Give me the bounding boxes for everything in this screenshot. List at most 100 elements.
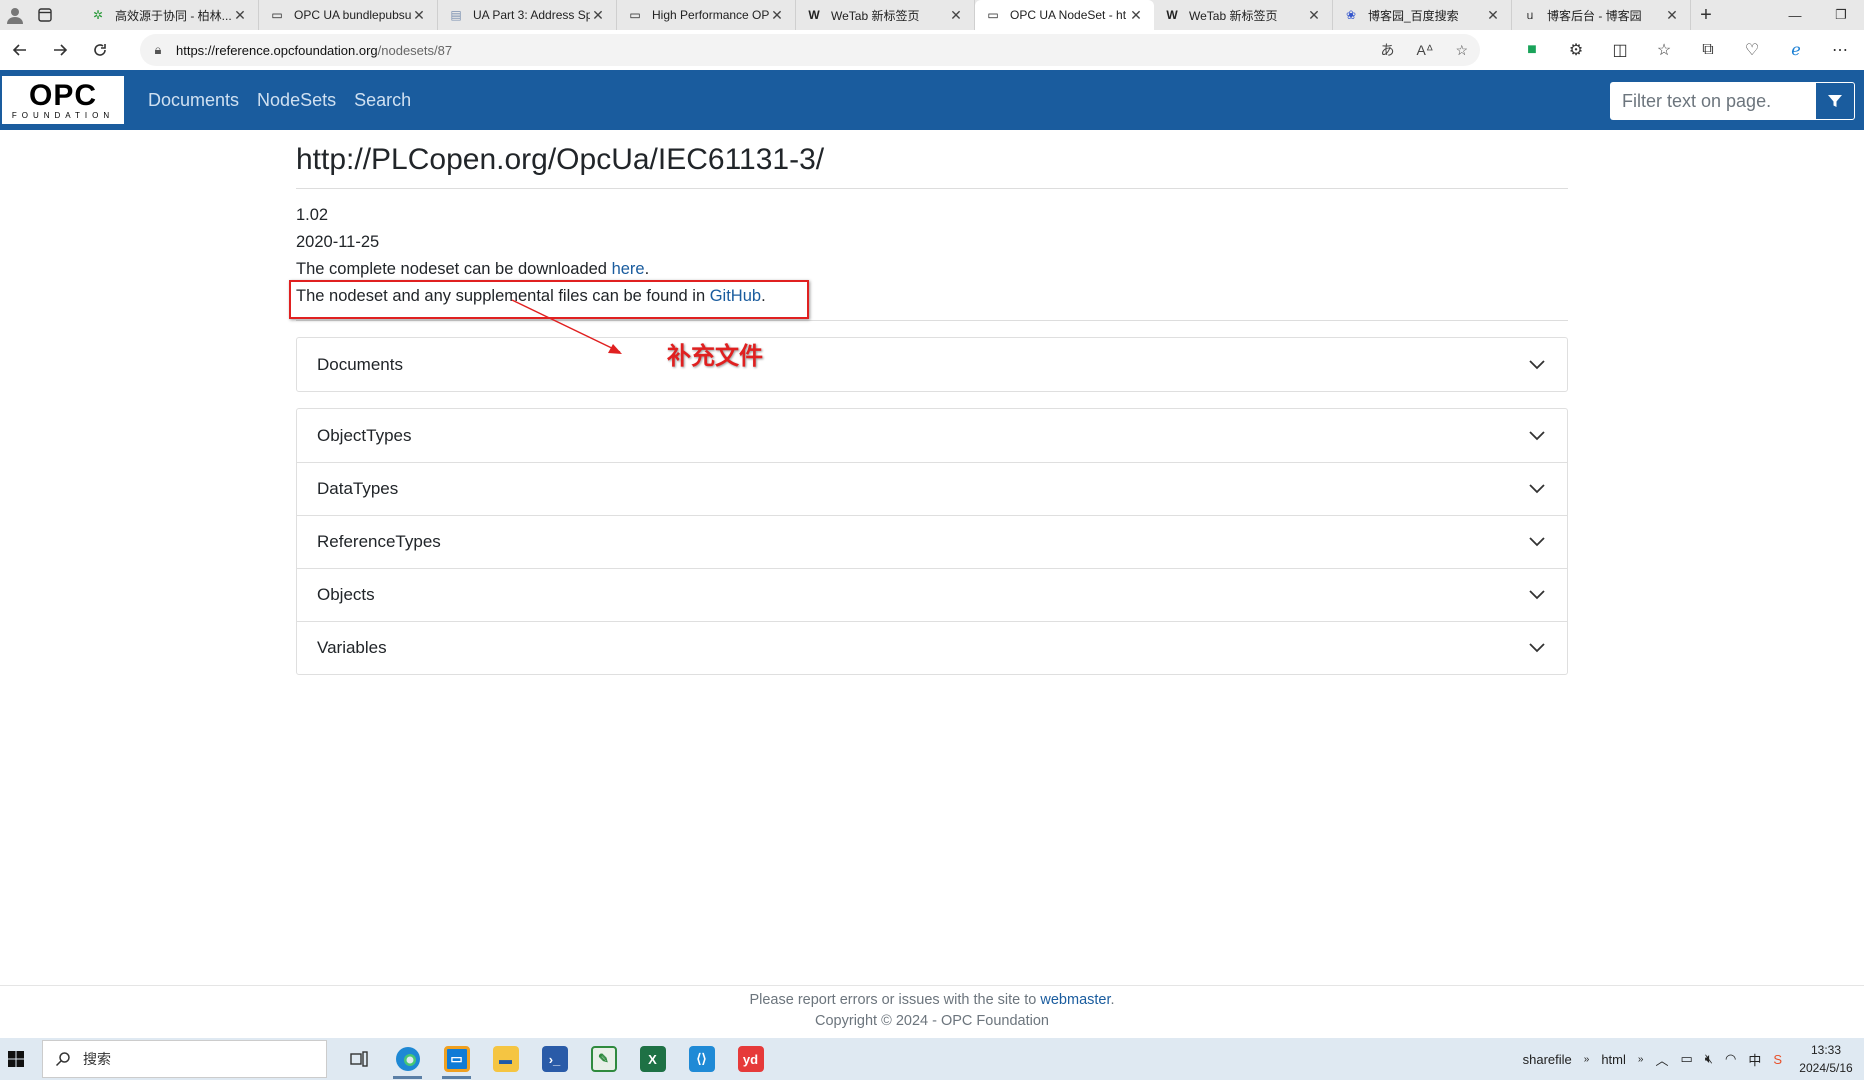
remote-desktop-app-icon[interactable]: ▭ xyxy=(432,1038,481,1080)
edge-sidebar-icon[interactable]: ℯ xyxy=(1774,40,1818,60)
nodeset-version: 1.02 xyxy=(296,206,329,224)
new-tab-button[interactable]: + xyxy=(1691,0,1721,30)
minimize-icon[interactable]: — xyxy=(1772,0,1818,30)
collections-icon[interactable]: ⧉ xyxy=(1686,41,1730,59)
browser-extension-icons: ■ ⚙ ◫ ☆ ⧉ ♡ ℯ ⋯ xyxy=(1510,30,1862,70)
nodeset-date: 2020-11-25 xyxy=(296,233,380,251)
filter-icon xyxy=(1828,95,1842,107)
forward-icon[interactable] xyxy=(40,30,80,70)
window-controls: — ❐ xyxy=(1772,0,1864,30)
powershell-app-icon[interactable]: ›_ xyxy=(530,1038,579,1080)
refresh-icon[interactable] xyxy=(80,30,120,70)
windows-taskbar: 搜索 ▭ ▬ ›_ ✎ X ⟨⟩ yd sharefile » html » ︿… xyxy=(0,1038,1864,1080)
accordion-objects[interactable]: Objects xyxy=(297,568,1567,621)
read-aloud-icon[interactable]: Aᐞ xyxy=(1416,42,1433,59)
favorite-star-icon[interactable]: ☆ xyxy=(1455,42,1468,59)
accordion-objecttypes[interactable]: ObjectTypes xyxy=(297,409,1567,462)
close-icon[interactable]: ✕ xyxy=(948,7,964,24)
accordion-datatypes[interactable]: DataTypes xyxy=(297,462,1567,515)
nav-documents-link[interactable]: Documents xyxy=(148,90,239,111)
browser-tab[interactable]: ▭ OPC UA bundlepubsu ✕ xyxy=(259,0,438,30)
sogou-icon[interactable]: S xyxy=(1773,1052,1782,1067)
back-icon[interactable] xyxy=(0,30,40,70)
translate-icon[interactable]: あ xyxy=(1380,40,1394,60)
close-icon[interactable]: ✕ xyxy=(1306,7,1322,24)
tab-title: UA Part 3: Address Sp xyxy=(473,8,590,22)
filter-input[interactable]: Filter text on page. xyxy=(1610,82,1815,120)
download-text: The complete nodeset can be downloaded xyxy=(296,260,612,278)
accordion-label: ObjectTypes xyxy=(317,425,412,445)
webmaster-link[interactable]: webmaster xyxy=(1040,992,1110,1008)
accordion-label: Variables xyxy=(317,638,387,657)
chevron-up-icon[interactable]: ︿ xyxy=(1655,1050,1668,1069)
clock-time: 13:33 xyxy=(1810,1043,1842,1057)
favorites-icon[interactable]: ☆ xyxy=(1642,40,1686,60)
close-icon[interactable]: ✕ xyxy=(769,7,785,24)
tray-more-icon[interactable]: » xyxy=(1638,1054,1644,1065)
tab-title: WeTab 新标签页 xyxy=(831,8,920,23)
close-icon[interactable]: ✕ xyxy=(411,7,427,24)
split-screen-icon[interactable]: ◫ xyxy=(1598,40,1642,60)
browser-tab[interactable]: W WeTab 新标签页 ✕ xyxy=(1154,0,1333,30)
excel-app-icon[interactable]: X xyxy=(628,1038,677,1080)
close-icon[interactable]: ✕ xyxy=(590,7,606,24)
close-icon[interactable]: ✕ xyxy=(232,7,248,24)
battery-icon[interactable]: ▭ xyxy=(1680,1051,1692,1067)
lock-icon[interactable]: 🔒︎ xyxy=(140,42,176,58)
gear-green-icon: ✲ xyxy=(92,8,104,22)
browser-tab[interactable]: ❀ 博客园_百度搜索 ✕ xyxy=(1333,0,1512,30)
doc-icon: ▤ xyxy=(450,8,462,22)
edge-app-icon[interactable] xyxy=(383,1038,432,1080)
accordion-referencetypes[interactable]: ReferenceTypes xyxy=(297,515,1567,568)
browser-toolbar: 🔒︎ https://reference.opcfoundation.org/n… xyxy=(0,30,1864,71)
accordion-label: Documents xyxy=(317,354,403,374)
site-nav-links: Documents NodeSets Search xyxy=(148,70,411,130)
accordion-variables[interactable]: Variables xyxy=(297,621,1567,674)
address-bar[interactable]: 🔒︎ https://reference.opcfoundation.org/n… xyxy=(140,34,1480,66)
wifi-icon[interactable]: ◠ xyxy=(1725,1051,1736,1067)
vscode-app-icon[interactable]: ⟨⟩ xyxy=(677,1038,726,1080)
tab-title: 高效源于协同 - 柏林... xyxy=(115,8,232,23)
tab-title: 博客园_百度搜索 xyxy=(1368,8,1459,23)
browser-tab[interactable]: ᥙ 博客后台 - 博客园 ✕ xyxy=(1512,0,1691,30)
close-icon[interactable]: ✕ xyxy=(1128,7,1144,24)
nav-search-link[interactable]: Search xyxy=(354,90,411,111)
restore-icon[interactable]: ❐ xyxy=(1818,0,1864,30)
footer-copyright: Copyright © 2024 - OPC Foundation xyxy=(815,1013,1049,1029)
opc-foundation-logo[interactable]: OPC FOUNDATION xyxy=(2,76,124,124)
close-icon[interactable]: ✕ xyxy=(1664,7,1680,24)
footer-text: Please report errors or issues with the … xyxy=(749,992,1041,1008)
profile-icon[interactable] xyxy=(0,0,30,30)
notepad-app-icon[interactable]: ✎ xyxy=(579,1038,628,1080)
browser-tab[interactable]: W WeTab 新标签页 ✕ xyxy=(796,0,975,30)
browser-tab[interactable]: ▤ UA Part 3: Address Sp ✕ xyxy=(438,0,617,30)
taskbar-search-box[interactable]: 搜索 xyxy=(42,1040,327,1078)
extension-green-icon[interactable]: ■ xyxy=(1510,41,1554,59)
download-here-link[interactable]: here xyxy=(612,260,645,278)
browser-tab-active[interactable]: ▭ OPC UA NodeSet - ht ✕ xyxy=(975,0,1154,30)
divider xyxy=(296,320,1568,321)
extensions-icon[interactable]: ⚙ xyxy=(1554,40,1598,60)
accordion-documents[interactable]: Documents xyxy=(297,338,1567,391)
start-button[interactable] xyxy=(0,1038,32,1080)
nav-nodesets-link[interactable]: NodeSets xyxy=(257,90,336,111)
browser-essentials-icon[interactable]: ♡ xyxy=(1730,40,1774,60)
more-menu-icon[interactable]: ⋯ xyxy=(1818,40,1862,60)
taskbar-clock[interactable]: 13:33 2024/5/16 xyxy=(1788,1041,1864,1077)
browser-tab[interactable]: ▭ High Performance OP ✕ xyxy=(617,0,796,30)
browser-tab[interactable]: ✲ 高效源于协同 - 柏林... ✕ xyxy=(80,0,259,30)
youdao-app-icon[interactable]: yd xyxy=(726,1038,775,1080)
tab-actions-icon[interactable] xyxy=(30,0,60,30)
close-icon[interactable]: ✕ xyxy=(1485,7,1501,24)
task-view-icon[interactable] xyxy=(334,1038,383,1080)
tray-sharefile[interactable]: sharefile xyxy=(1523,1052,1572,1067)
url-text[interactable]: https://reference.opcfoundation.org/node… xyxy=(176,43,452,58)
tab-title: OPC UA NodeSet - ht xyxy=(1010,8,1127,22)
input-method-icon[interactable]: 中 xyxy=(1748,1050,1761,1069)
file-explorer-app-icon[interactable]: ▬ xyxy=(481,1038,530,1080)
annotation-highlight-box xyxy=(289,280,809,319)
tray-html[interactable]: html xyxy=(1601,1052,1626,1067)
filter-button[interactable] xyxy=(1815,82,1855,120)
tray-more-icon[interactable]: » xyxy=(1584,1054,1590,1065)
volume-mute-icon[interactable]: 🔇︎ xyxy=(1705,1051,1713,1067)
